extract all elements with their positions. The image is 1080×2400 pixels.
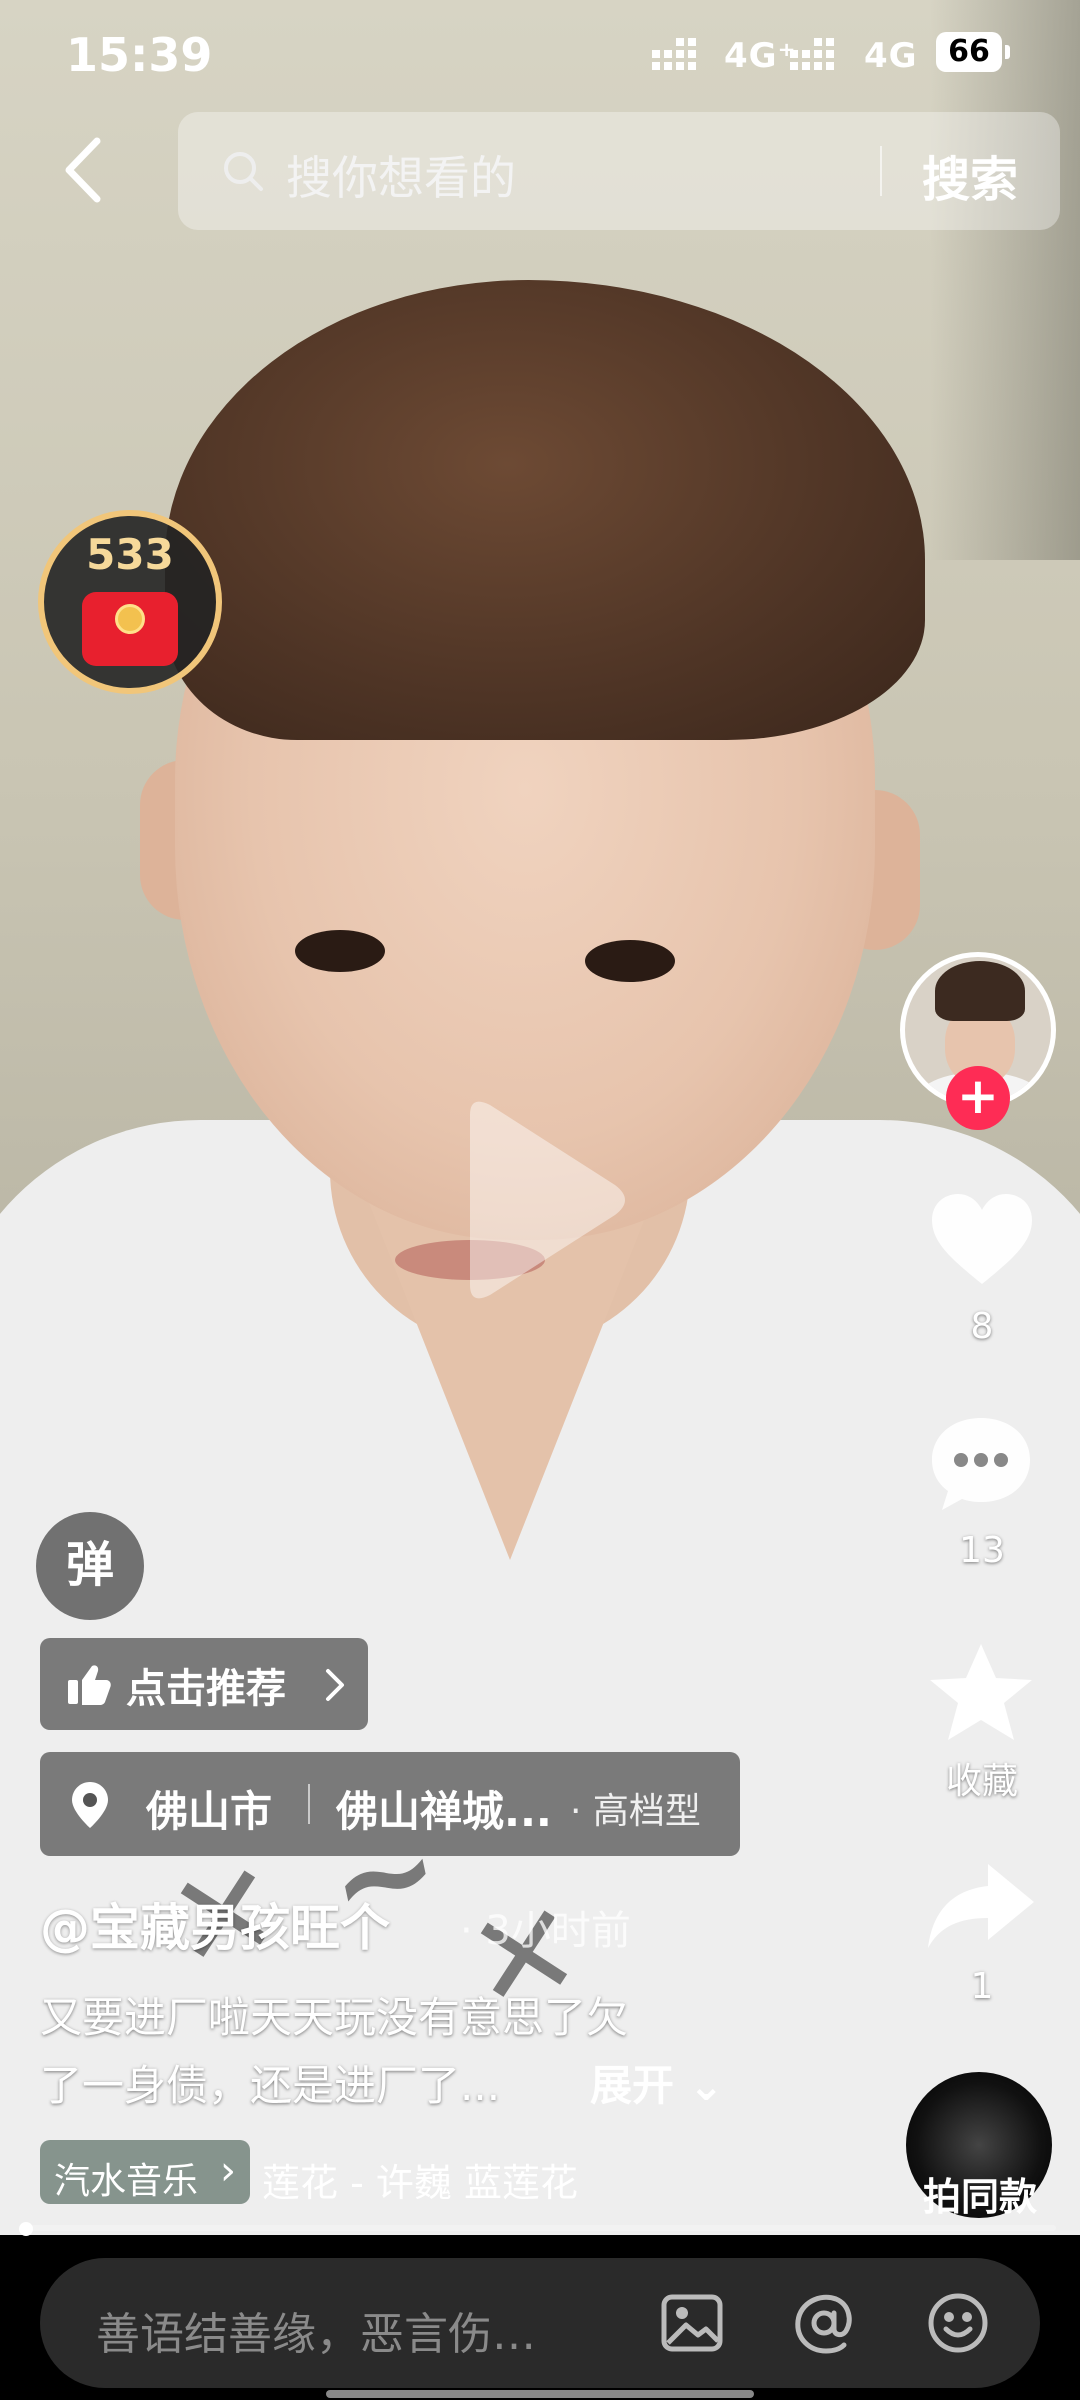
same-style-button[interactable]: 拍同款	[880, 2166, 1080, 2221]
back-icon[interactable]	[55, 135, 115, 205]
signal-icon-2	[790, 38, 834, 70]
post-description-line-1: 又要进厂啦天天玩没有意思了欠	[40, 1993, 629, 2042]
location-pin-icon	[72, 1782, 108, 1828]
like-heart-icon[interactable]	[930, 1192, 1034, 1288]
search-button[interactable]: 搜索	[922, 140, 1018, 210]
chevron-right-icon	[326, 1669, 344, 1701]
comment-count: 13	[959, 1530, 1005, 1571]
location-tag[interactable]: 佛山市 佛山禅城... · 高档型	[40, 1752, 740, 1856]
location-divider	[308, 1784, 310, 1824]
video-progress-bar[interactable]	[26, 2225, 1056, 2231]
favorite-star-icon[interactable]	[926, 1640, 1036, 1744]
location-place: 佛山禅城...	[336, 1787, 552, 1836]
comment-input[interactable]: 善语结善缘，恶言伤…	[96, 2298, 536, 2362]
search-divider	[880, 146, 882, 196]
play-icon[interactable]	[450, 1095, 630, 1305]
expand-button[interactable]: 展开 ⌄	[590, 2052, 724, 2113]
video-eye-right	[585, 940, 675, 982]
battery-level: 66	[948, 34, 990, 69]
home-indicator	[326, 2390, 754, 2398]
mention-icon[interactable]	[792, 2291, 856, 2355]
coin-icon	[115, 604, 145, 634]
music-title[interactable]: 莲花 - 许巍 蓝莲花	[262, 2152, 632, 2207]
like-count: 8	[970, 1306, 994, 1347]
post-description-line-2: 了一身债，还是进厂了...	[40, 2061, 501, 2110]
thumbs-up-icon	[68, 1665, 111, 1705]
location-type: · 高档型	[570, 1791, 701, 1832]
avatar-hair	[935, 961, 1025, 1021]
music-source-tag[interactable]: 汽水音乐 ›	[40, 2140, 250, 2204]
emoji-icon[interactable]	[926, 2291, 990, 2355]
author-name[interactable]: @宝藏男孩旺个	[40, 1888, 390, 1960]
recommend-button[interactable]: 点击推荐	[40, 1638, 368, 1730]
network-type-1: 4G⁺	[724, 36, 797, 76]
chevron-right-small-icon: ›	[220, 2148, 236, 2194]
follow-button[interactable]: +	[946, 1066, 1010, 1130]
comment-bar[interactable]: 善语结善缘，恶言伤…	[40, 2258, 1040, 2388]
red-envelope-icon	[82, 592, 178, 666]
red-packet-widget[interactable]: 533	[38, 510, 222, 694]
red-packet-count: 533	[86, 530, 174, 579]
status-time: 15:39	[66, 28, 213, 82]
favorite-label: 收藏	[945, 1761, 1018, 1802]
chevron-down-icon: ⌄	[674, 2061, 724, 2110]
recommend-label: 点击推荐	[126, 1666, 286, 1712]
battery-indicator: 66	[936, 32, 1010, 72]
music-source-label: 汽水音乐	[54, 2161, 199, 2202]
search-input[interactable]: 搜你想看的	[286, 142, 516, 208]
share-count: 1	[970, 1966, 994, 2007]
danmu-toggle[interactable]: 弹	[36, 1512, 144, 1620]
comment-bubble-icon[interactable]	[928, 1414, 1034, 1514]
network-type-2: 4G	[864, 36, 918, 76]
share-arrow-icon[interactable]	[924, 1860, 1038, 1952]
video-hair	[165, 280, 925, 740]
search-icon	[224, 152, 263, 191]
image-icon[interactable]	[660, 2291, 724, 2355]
progress-handle[interactable]	[19, 2222, 33, 2236]
signal-icon	[652, 38, 696, 70]
location-city: 佛山市	[146, 1787, 273, 1836]
expand-label: 展开	[590, 2061, 675, 2110]
search-bar[interactable]: 搜你想看的 搜索	[178, 112, 1060, 230]
video-eye-left	[295, 930, 385, 972]
post-time: · 3小时前	[460, 1908, 631, 1954]
status-bar: 15:39 4G⁺ 4G 66	[0, 0, 1080, 110]
